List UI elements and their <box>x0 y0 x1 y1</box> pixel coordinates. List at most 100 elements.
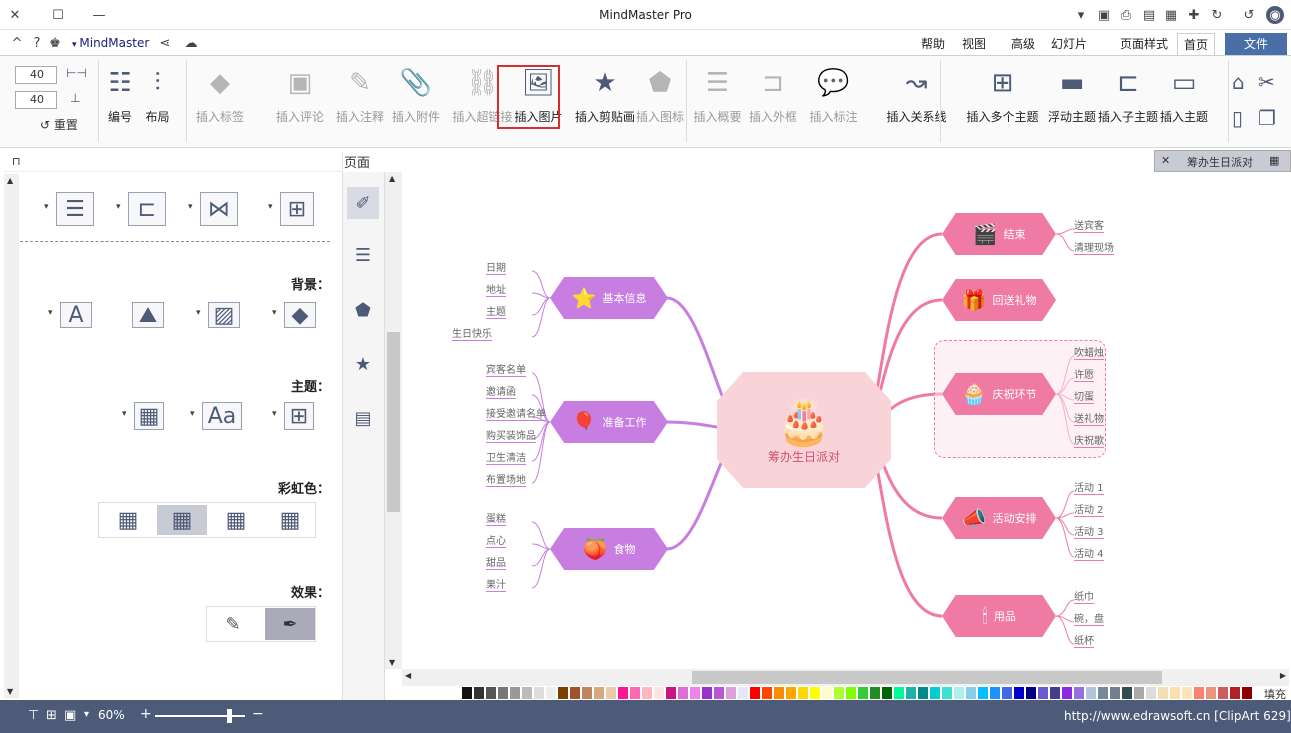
color-swatch[interactable] <box>894 687 904 699</box>
insert-multiple-topics-button[interactable]: ⊞ 插入多个主题 <box>965 60 1040 144</box>
main-topic[interactable]: 📣 活动安排 <box>942 497 1056 539</box>
dropdown-arrow-icon[interactable]: ▾ <box>116 202 121 212</box>
cloud-icon[interactable]: ☁ <box>182 34 200 52</box>
color-swatch[interactable] <box>1074 687 1084 699</box>
document-tab[interactable]: ✕ 筹办生日派对 ▦ <box>1154 150 1291 172</box>
color-swatch[interactable] <box>522 687 532 699</box>
main-topic[interactable]: 🎈 准备工作 <box>550 401 668 443</box>
dropdown-arrow-icon[interactable]: ▾ <box>196 308 201 318</box>
color-swatch[interactable] <box>1194 687 1204 699</box>
color-swatch[interactable] <box>1002 687 1012 699</box>
color-swatch[interactable] <box>906 687 916 699</box>
insert-attachment-button[interactable]: 📎 插入附件 <box>391 60 441 144</box>
color-swatch[interactable] <box>1050 687 1060 699</box>
collapse-ribbon-icon[interactable]: ^ <box>8 34 26 52</box>
color-swatch[interactable] <box>702 687 712 699</box>
rainbow-option-1[interactable]: ▦ <box>103 505 153 535</box>
brand-menu[interactable]: ▾ MindMaster <box>72 36 149 50</box>
mind-map-canvas[interactable]: 🎂 筹办生日派对 ⭐ 基本信息 日期 地址 主题 生日快乐 🎈 准备工作 宾客名单 邀请函 接受邀请名单… <box>402 172 1274 669</box>
export-icon[interactable]: ▣ <box>1095 6 1113 24</box>
color-swatch[interactable] <box>690 687 700 699</box>
color-swatch[interactable] <box>810 687 820 699</box>
color-swatch[interactable] <box>558 687 568 699</box>
zoom-dropdown-icon[interactable]: ▾ <box>84 709 89 720</box>
subtopic[interactable]: 活动 2 <box>1074 501 1104 517</box>
redo-icon[interactable]: ↻ <box>1208 6 1226 24</box>
insert-icon-button[interactable]: ⬟ 插入图标 <box>635 60 685 144</box>
insert-callout-button[interactable]: 💬 插入标注 <box>806 60 861 144</box>
clipart-icon[interactable]: ★ <box>351 354 375 378</box>
color-swatch[interactable] <box>846 687 856 699</box>
close-tab-icon[interactable]: ✕ <box>1161 154 1170 167</box>
color-swatch[interactable] <box>930 687 940 699</box>
color-palette[interactable] <box>462 686 1262 700</box>
color-swatch[interactable] <box>534 687 544 699</box>
main-topic[interactable]: ⭐ 基本信息 <box>550 277 668 319</box>
outline-icon[interactable]: ☰ <box>351 245 375 269</box>
color-swatch[interactable] <box>1206 687 1216 699</box>
tab-help[interactable]: 帮助 <box>915 33 951 55</box>
color-swatch[interactable] <box>666 687 676 699</box>
tab-home[interactable]: 首页 <box>1177 33 1216 55</box>
color-swatch[interactable] <box>870 687 880 699</box>
subtopic[interactable]: 宾客名单 <box>486 361 526 377</box>
color-swatch[interactable] <box>882 687 892 699</box>
subtopic[interactable]: 庆祝歌 <box>1074 432 1104 448</box>
tab-file[interactable]: 文件 <box>1225 33 1287 55</box>
subtopic[interactable]: 果汁 <box>486 576 506 592</box>
color-swatch[interactable] <box>1086 687 1096 699</box>
color-swatch[interactable] <box>510 687 520 699</box>
subtopic[interactable]: 纸巾 <box>1074 588 1094 604</box>
height-spinner[interactable]: 40 <box>15 91 57 109</box>
color-swatch[interactable] <box>570 687 580 699</box>
color-swatch[interactable] <box>1062 687 1072 699</box>
color-swatch[interactable] <box>1038 687 1048 699</box>
subtopic[interactable]: 日期 <box>486 259 506 275</box>
numbering-button[interactable]: ☷ 编号 <box>100 60 140 144</box>
theme-icon[interactable]: ♚ <box>46 34 64 52</box>
subtopic[interactable]: 活动 3 <box>1074 523 1104 539</box>
subtopic[interactable]: 卫生清洁 <box>486 449 526 465</box>
main-topic[interactable]: 🍑 食物 <box>550 528 668 570</box>
subtopic[interactable]: 布置场地 <box>486 471 526 487</box>
canvas-vertical-scrollbar[interactable]: ▲ ▼ <box>385 172 402 669</box>
theme-font-icon[interactable]: Aa <box>202 402 242 430</box>
color-swatch[interactable] <box>738 687 748 699</box>
layout-button[interactable]: ⫶ 布局 <box>135 60 180 144</box>
canvas-horizontal-scrollbar[interactable]: ◀ ▶ <box>402 669 1289 686</box>
color-swatch[interactable] <box>1158 687 1168 699</box>
color-swatch[interactable] <box>1110 687 1120 699</box>
insert-topic-button[interactable]: ▭ 插入主题 <box>1159 60 1209 144</box>
close-icon[interactable]: ✕ <box>6 6 24 24</box>
subtopic[interactable]: 生日快乐 <box>452 325 492 341</box>
color-swatch[interactable] <box>1122 687 1132 699</box>
format-painter-icon[interactable]: ⌂ <box>1232 70 1245 94</box>
icon-library-icon[interactable]: ⬟ <box>351 300 375 324</box>
color-swatch[interactable] <box>1182 687 1192 699</box>
subtopic[interactable]: 碗，盘 <box>1074 610 1104 626</box>
new-icon[interactable]: ✚ <box>1185 6 1203 24</box>
color-swatch[interactable] <box>750 687 760 699</box>
main-topic[interactable]: 🧁 庆祝环节 <box>942 373 1056 415</box>
rainbow-option-3[interactable]: ▦ <box>211 505 261 535</box>
color-swatch[interactable] <box>642 687 652 699</box>
color-swatch[interactable] <box>1218 687 1228 699</box>
theme-layout-icon[interactable]: ⊞ <box>284 402 314 430</box>
subtopic[interactable]: 吹蜡烛 <box>1074 344 1104 360</box>
subtopic[interactable]: 主题 <box>486 303 506 319</box>
tree-layout-icon[interactable]: ⊏ <box>128 192 166 226</box>
color-swatch[interactable] <box>822 687 832 699</box>
subtopic[interactable]: 接受邀请名单 <box>486 405 546 421</box>
tab-advanced[interactable]: 高级 <box>1005 33 1041 55</box>
subtopic[interactable]: 点心 <box>486 532 506 548</box>
minimize-icon[interactable]: — <box>90 6 108 24</box>
color-swatch[interactable] <box>978 687 988 699</box>
main-topic[interactable]: 🎬 结束 <box>942 213 1056 255</box>
mindmap-layout-icon[interactable]: ⋈ <box>200 192 238 226</box>
main-topic[interactable]: 🕯 用品 <box>942 595 1056 637</box>
theme-color-icon[interactable]: ▦ <box>134 402 164 430</box>
tab-view[interactable]: 视图 <box>956 33 992 55</box>
subtopic[interactable]: 送宾客 <box>1074 217 1104 233</box>
color-swatch[interactable] <box>786 687 796 699</box>
color-swatch[interactable] <box>954 687 964 699</box>
